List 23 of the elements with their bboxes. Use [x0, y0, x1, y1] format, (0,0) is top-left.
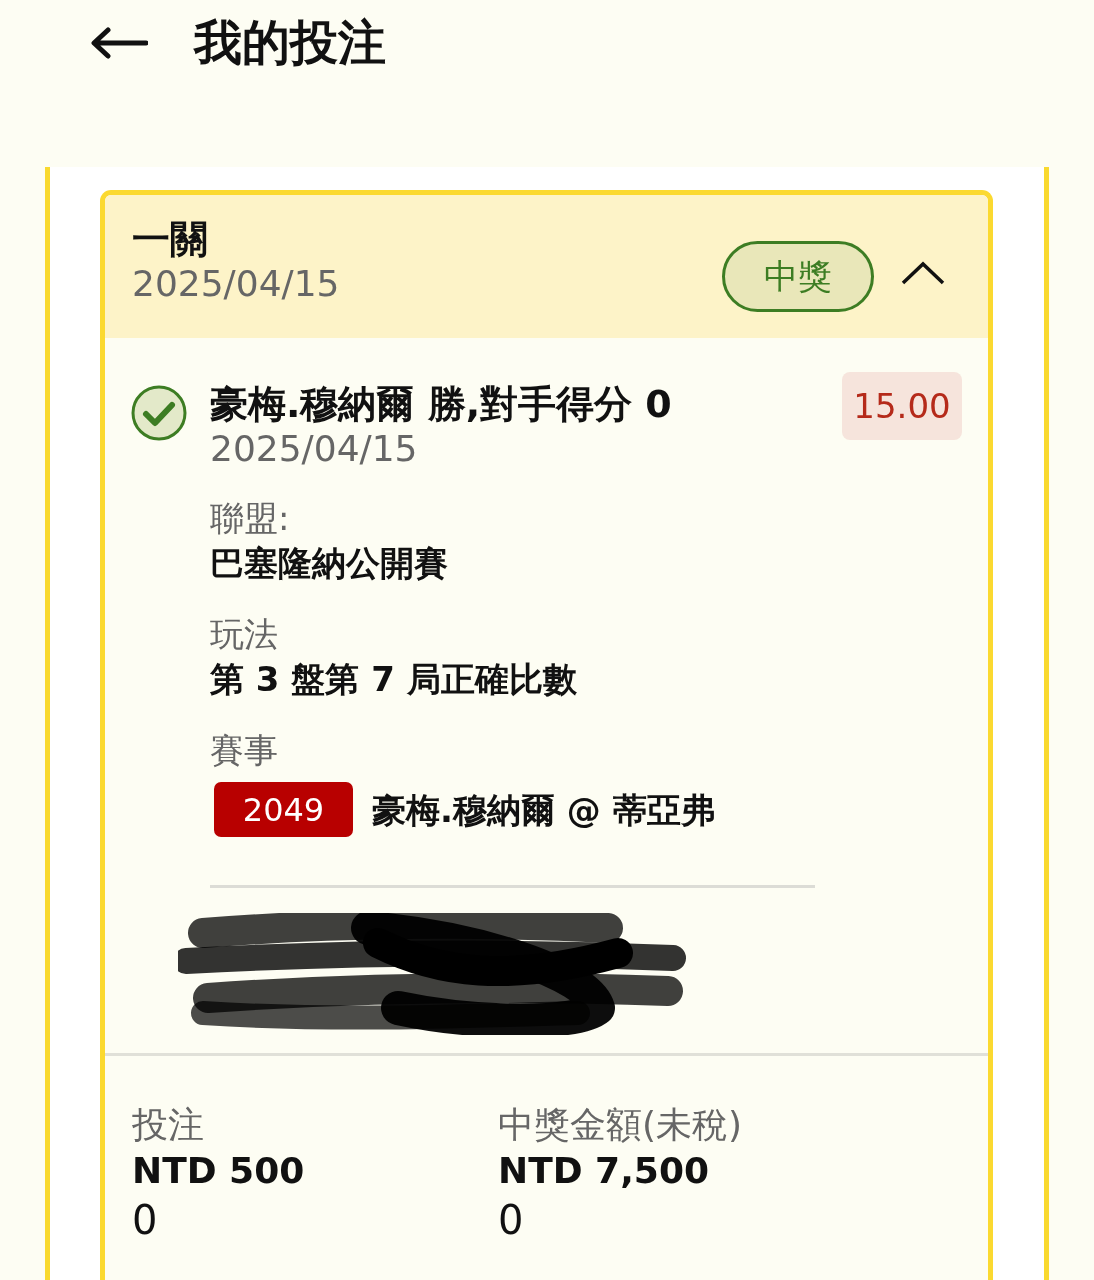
field-label: 聯盟:	[210, 497, 291, 540]
page-title: 我的投注	[194, 14, 386, 70]
bet-date: 2025/04/15	[132, 263, 341, 305]
status-badge: 中獎	[722, 241, 874, 312]
odds-badge: 15.00	[842, 372, 962, 440]
chevron-up-icon[interactable]	[901, 261, 945, 285]
field-value: 巴塞隆納公開賽	[210, 542, 449, 585]
field-label: 玩法	[210, 613, 279, 656]
summary-value: 0	[132, 1196, 159, 1245]
field-value: 第 3 盤第 7 局正確比數	[210, 658, 578, 701]
field-label: 賽事	[210, 729, 279, 772]
event-code-tag: 2049	[214, 782, 353, 837]
summary-label: 投注	[132, 1103, 205, 1147]
summary-amount: NTD 7,500	[498, 1149, 710, 1193]
back-arrow-icon[interactable]	[90, 27, 148, 59]
summary-value: 0	[498, 1196, 525, 1245]
bet-type: 一關	[132, 216, 209, 263]
selection-date: 2025/04/15	[210, 428, 419, 470]
card-header[interactable]: 一關 2025/04/15 中獎	[105, 195, 988, 338]
summary-label: 中獎金額(未稅)	[498, 1103, 744, 1147]
selection-title: 豪梅.穆納爾 勝,對手得分 0	[210, 381, 673, 428]
summary-amount: NTD 500	[132, 1149, 306, 1193]
event-name: 豪梅.穆納爾 @ 蒂亞弗	[372, 788, 715, 832]
